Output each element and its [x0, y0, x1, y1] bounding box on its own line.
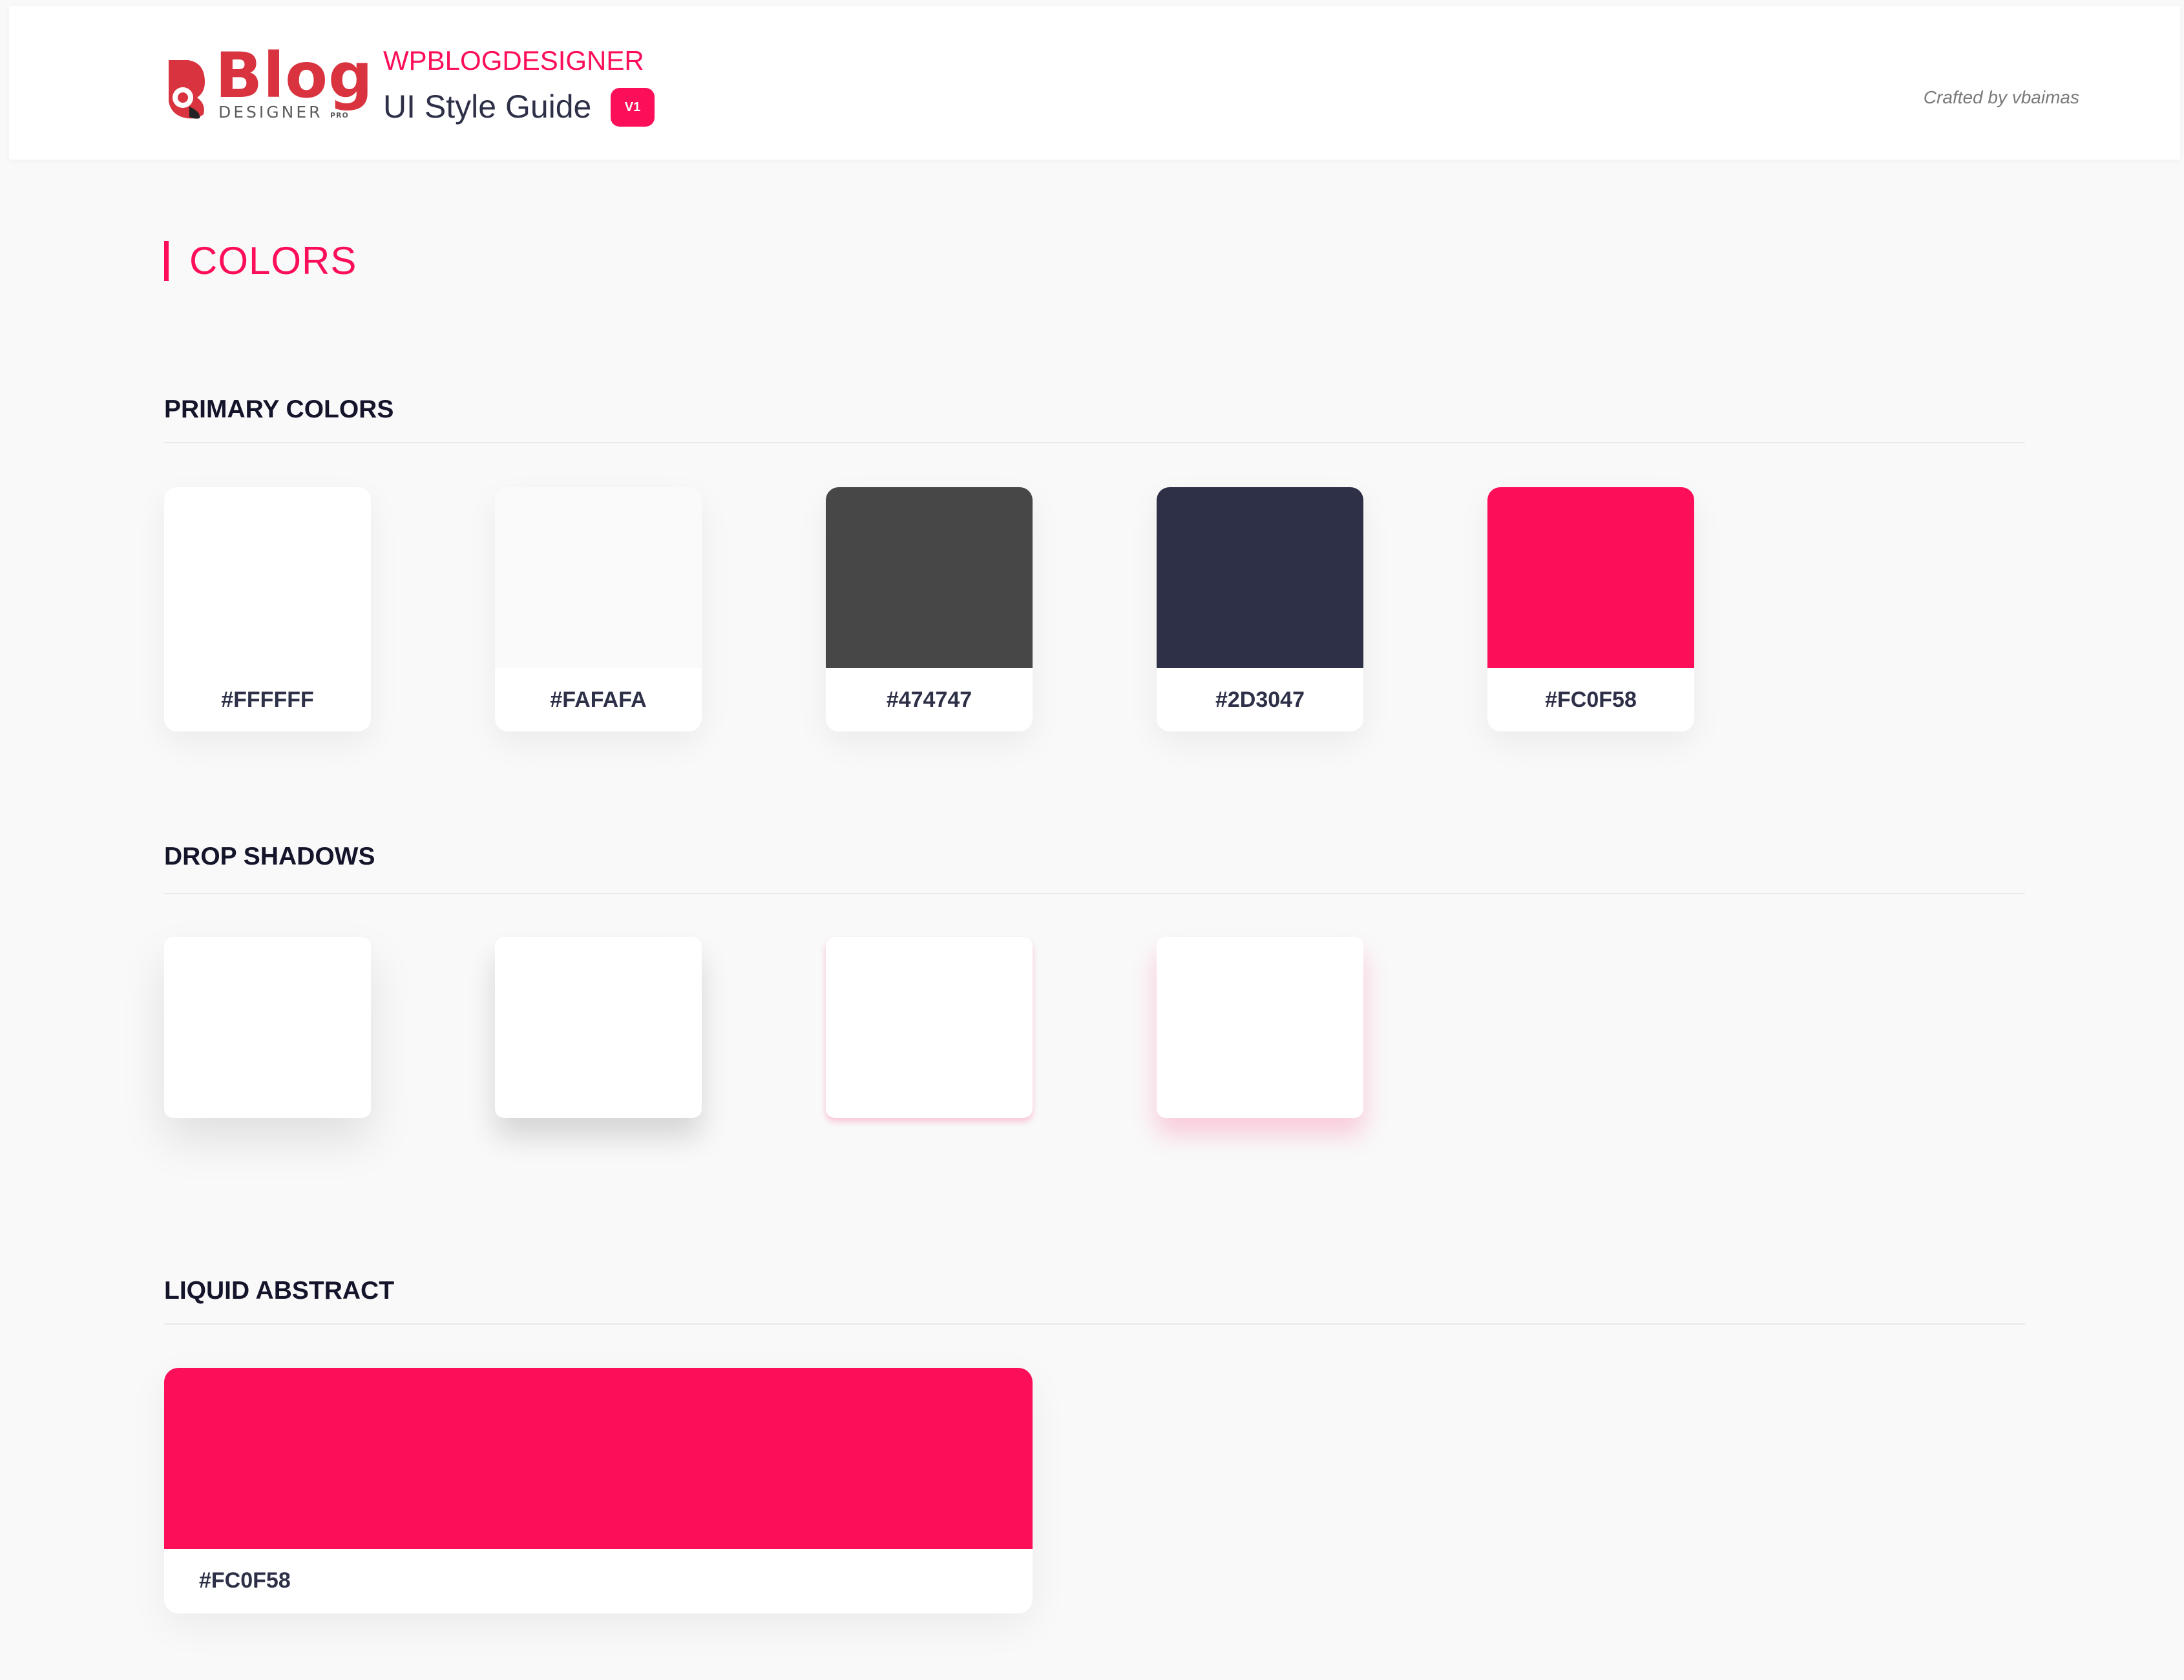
swatch-hex-label: #FC0F58	[1545, 687, 1637, 712]
color-swatch-navy[interactable]: #2D3047	[1157, 487, 1363, 731]
swatch-fill	[1157, 487, 1363, 668]
divider	[164, 442, 2025, 443]
drop-shadows-title: DROP SHADOWS	[164, 843, 375, 870]
swatch-fill	[826, 487, 1033, 668]
blog-designer-logo[interactable]: Blog DESIGNER PRO	[163, 45, 373, 126]
divider	[164, 893, 2025, 894]
swatch-hex-label: #2D3047	[1215, 687, 1305, 712]
swatch-fill	[1487, 487, 1694, 668]
liquid-abstract-title: LIQUID ABSTRACT	[164, 1277, 395, 1305]
swatch-fill	[495, 487, 702, 668]
liquid-abstract-swatch[interactable]: #FC0F58	[164, 1368, 1033, 1613]
logo-pro-label: PRO	[330, 111, 349, 120]
author-credit: Crafted by vbaimas	[1923, 87, 2079, 107]
section-heading-colors: COLORS	[164, 241, 357, 281]
color-swatch-dark-gray[interactable]: #474747	[826, 487, 1033, 731]
color-swatch-pink[interactable]: #FC0F58	[1487, 487, 1694, 731]
divider	[164, 1323, 2025, 1325]
liquid-abstract-fill	[164, 1368, 1033, 1549]
shadow-sample-pink-tight[interactable]	[826, 937, 1033, 1118]
color-swatch-off-white[interactable]: #FAFAFA	[495, 487, 702, 731]
shadow-sample-medium[interactable]	[495, 937, 702, 1118]
logo-mark-icon	[169, 60, 205, 119]
color-swatch-white[interactable]: #FFFFFF	[164, 487, 371, 731]
swatch-hex-label: #FC0F58	[199, 1568, 291, 1593]
swatch-hex-label: #474747	[886, 687, 972, 712]
version-badge: V1	[611, 88, 655, 127]
primary-colors-title: PRIMARY COLORS	[164, 395, 394, 423]
logo-subtitle: DESIGNER	[218, 103, 323, 121]
swatch-hex-label: #FAFAFA	[550, 687, 647, 712]
shadow-sample-soft[interactable]	[164, 937, 371, 1118]
swatch-fill	[164, 487, 371, 668]
page-title: UI Style Guide	[383, 89, 592, 125]
logo-word: Blog	[215, 39, 373, 112]
shadow-sample-pink-soft[interactable]	[1157, 937, 1363, 1118]
brand-name: WPBLOGDESIGNER	[383, 45, 644, 76]
swatch-hex-label: #FFFFFF	[221, 687, 314, 712]
header-bar: Blog DESIGNER PRO WPBLOGDESIGNER UI Styl…	[9, 6, 2180, 160]
